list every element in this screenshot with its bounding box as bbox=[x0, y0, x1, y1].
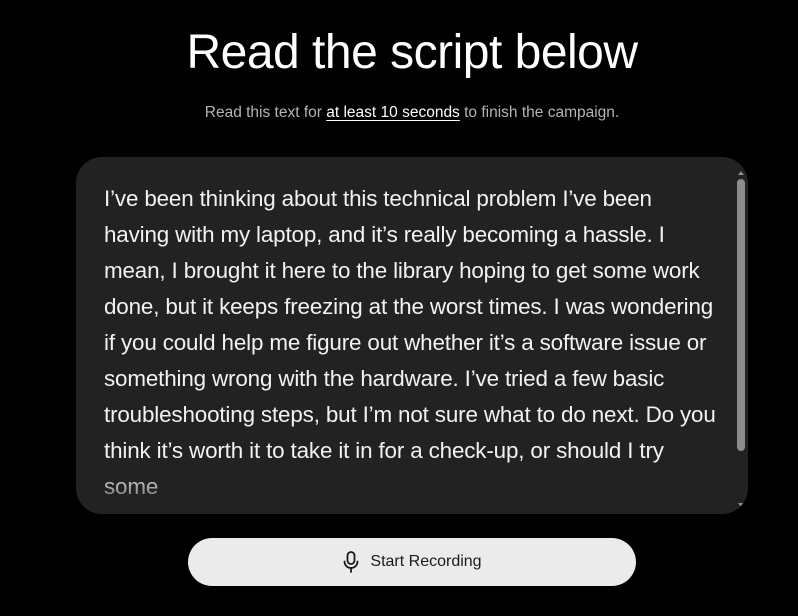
instruction-prefix: Read this text for bbox=[204, 104, 327, 121]
duration-requirement: at least 10 seconds bbox=[326, 104, 460, 121]
microphone-icon bbox=[344, 551, 359, 573]
script-scrollbar[interactable] bbox=[734, 171, 748, 507]
page: Read the script below Read this text for… bbox=[0, 0, 798, 616]
scroll-down-arrow-icon[interactable] bbox=[738, 503, 744, 507]
instruction-text: Read this text for at least 10 seconds t… bbox=[0, 103, 798, 123]
page-title: Read the script below bbox=[186, 26, 638, 79]
script-text: I’ve been thinking about this technical … bbox=[104, 186, 716, 499]
script-panel[interactable]: I’ve been thinking about this technical … bbox=[76, 157, 748, 514]
scrollbar-thumb[interactable] bbox=[737, 179, 745, 451]
scroll-up-arrow-icon[interactable] bbox=[738, 171, 744, 175]
start-recording-button[interactable]: Start Recording bbox=[188, 538, 636, 586]
instruction-suffix: to finish the campaign. bbox=[459, 104, 620, 121]
start-recording-label: Start Recording bbox=[370, 553, 482, 570]
